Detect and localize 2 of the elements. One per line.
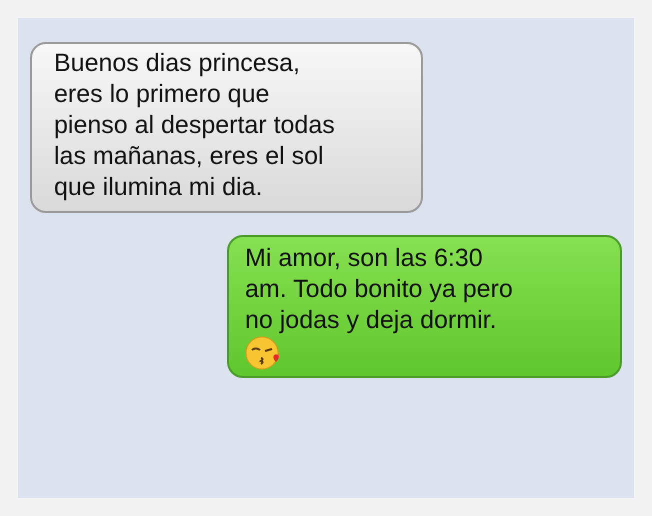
message-text: Mi amor, son las 6:30 am. Todo bonito ya pero no jodas y deja dormir. [245, 243, 514, 336]
message-text: Buenos dias princesa, eres lo primero que pienso al despertar todas las mañanas, eres el sol que ilumina mi dia. [54, 48, 336, 203]
